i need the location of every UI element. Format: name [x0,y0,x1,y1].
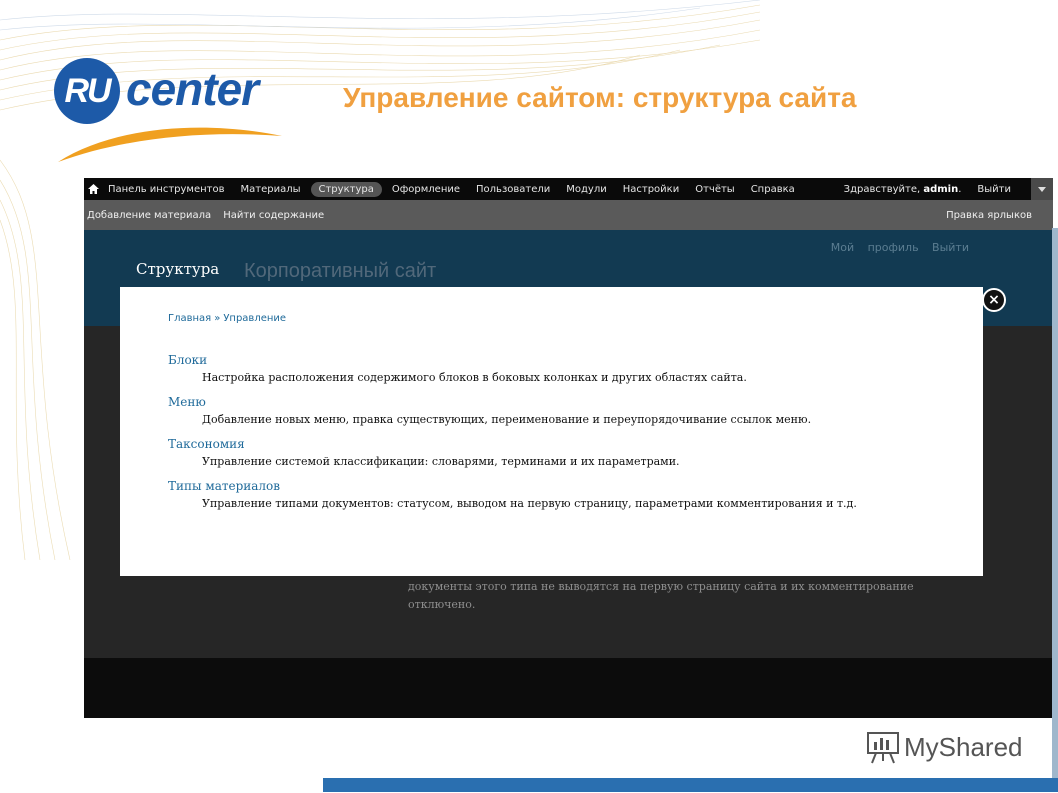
breadcrumb: Главная» Управление [168,313,286,324]
item-description: Управление системой классификации: слова… [202,455,680,468]
item-description: Добавление новых меню, правка существующ… [202,413,812,426]
logo-wordmark: center [126,63,259,115]
logo-swoosh-icon [58,127,282,162]
item-description: Настройка расположения содержимого блоко… [202,371,747,384]
toolbar-item-help[interactable]: Справка [743,182,803,197]
toolbar-item-appearance[interactable]: Оформление [384,182,468,197]
myshared-watermark: MyShared [866,730,1023,764]
admin-toolbar: Панель инструментов Материалы Структура … [84,178,1053,200]
chevron-down-icon[interactable] [1031,178,1053,200]
toolbar-item-dashboard[interactable]: Панель инструментов [100,182,233,197]
list-item: Таксономия Управление системой классифик… [168,435,948,471]
toolbar-item-people[interactable]: Пользователи [468,182,558,197]
list-item: Блоки Настройка расположения содержимого… [168,351,948,387]
toolbar-item-structure[interactable]: Структура [310,181,382,197]
toolbar-greeting: Здравствуйте, admin. [843,183,962,195]
close-icon[interactable]: × [982,288,1006,312]
shortcut-find-content[interactable]: Найти содержание [220,210,327,221]
list-item: Меню Добавление новых меню, правка сущес… [168,393,948,429]
profile-links[interactable]: Мой профиль Выйти [831,241,969,254]
breadcrumb-separator: » [214,313,221,324]
watermark-text: MyShared [904,731,1023,762]
item-description: Управление типами документов: статусом, … [202,497,857,510]
site-footer [84,658,1053,718]
breadcrumb-admin-link[interactable]: Управление [223,313,286,324]
background-text: документы этого типа не выводятся на пер… [408,580,914,611]
toolbar-item-content[interactable]: Материалы [233,182,309,197]
toolbar-item-configuration[interactable]: Настройки [615,182,687,197]
shortcut-add-content[interactable]: Добавление материала [84,210,214,221]
list-item: Типы материалов Управление типами докуме… [168,477,948,513]
taxonomy-link[interactable]: Таксономия [168,435,948,453]
menus-link[interactable]: Меню [168,393,948,411]
home-icon[interactable] [86,178,100,200]
overlay-title: Структура [136,260,220,278]
overlay-dialog: Главная» Управление Блоки Настройка распо… [120,287,983,576]
slide-right-accent [1052,228,1058,778]
blocks-link[interactable]: Блоки [168,351,948,369]
edit-shortcuts-link[interactable]: Правка ярлыков [943,210,1035,221]
logo-circle-icon: RU [54,58,120,124]
slide-title: Управление сайтом: структура сайта [343,82,857,113]
presentation-board-icon [867,732,899,764]
toolbar-item-modules[interactable]: Модули [558,182,614,197]
toolbar-logout-link[interactable]: Выйти [969,182,1019,197]
ru-center-logo: RU center [54,56,284,168]
slide-bottom-accent [323,778,1058,792]
site-name: Корпоративный сайт [244,260,437,282]
breadcrumb-home-link[interactable]: Главная [168,313,211,324]
shortcuts-bar: Добавление материала Найти содержание Пр… [84,200,1053,230]
toolbar-item-reports[interactable]: Отчёты [687,182,742,197]
content-types-link[interactable]: Типы материалов [168,477,948,495]
admin-structure-list: Блоки Настройка расположения содержимого… [168,351,948,519]
toolbar-username[interactable]: admin [923,184,958,195]
